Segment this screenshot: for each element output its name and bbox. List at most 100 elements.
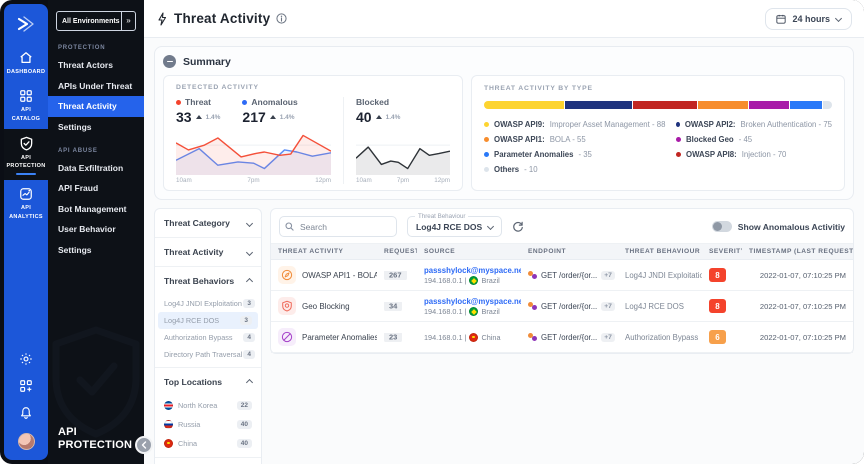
user-avatar[interactable]: [18, 433, 35, 450]
sidenav-item-settings[interactable]: Settings: [48, 117, 144, 138]
filter-item-log4j-rce[interactable]: Log4J RCE DOS3: [158, 312, 258, 329]
sidenav-item-threat-activity[interactable]: Threat Activity: [48, 96, 144, 117]
sidenav-item-api-fraud[interactable]: API Fraud: [48, 178, 144, 199]
notifications-bell-icon[interactable]: [19, 406, 33, 420]
summary-title: Summary: [183, 56, 231, 68]
filter-group-top-locations[interactable]: Top Locations: [155, 367, 261, 396]
activity-label: Parameter Anomalies: [302, 333, 377, 342]
endpoint-method-icon: [528, 271, 537, 280]
chevron-down-icon: [835, 15, 842, 22]
sidenav-item-bot-management[interactable]: Bot Management: [48, 199, 144, 220]
search-input[interactable]: [279, 216, 397, 237]
table-row[interactable]: Parameter Anomalies 23 194.168.0.1 |Chin…: [271, 322, 853, 353]
severity-badge: 6: [709, 330, 726, 344]
table-row[interactable]: Geo Blocking 34 passshylock@myspace.net …: [271, 291, 853, 322]
column-header[interactable]: SEVERITY: [702, 248, 742, 255]
filter-item-north-korea[interactable]: North Korea22: [155, 396, 261, 415]
endpoint-path: GET /order/{or...: [541, 271, 597, 280]
legend-item: Blocked Geo- 45: [676, 135, 832, 144]
select-floating-label: Threat Behaviour: [415, 213, 468, 220]
source-email-link[interactable]: passshylock@myspace.net: [424, 266, 514, 275]
table-row[interactable]: OWASP API1 - BOLA 267 passshylock@myspac…: [271, 260, 853, 291]
metric-label: Anomalous: [251, 97, 297, 107]
chevron-up-icon: [246, 378, 253, 385]
count-badge: 3: [243, 299, 255, 308]
rail-bottom-actions: [18, 352, 35, 460]
legend-strong: OWASP API1:: [494, 135, 545, 144]
time-range-dropdown[interactable]: 24 hours: [765, 8, 852, 30]
filter-group-status-code[interactable]: Staus Code: [155, 457, 261, 464]
environment-expand-icon[interactable]: »: [121, 12, 135, 30]
column-header[interactable]: ENDPOINT: [521, 248, 618, 255]
filter-item-log4j-jndi[interactable]: Log4J JNDI Exploitation3: [155, 295, 261, 312]
sidenav-item-threat-actors[interactable]: Threat Actors: [48, 55, 144, 76]
content-area: Summary DETECTED ACTIVITY Threat 331.4%: [144, 38, 864, 464]
filter-item-russia[interactable]: Russia40: [155, 415, 261, 434]
legend-dot-icon: [676, 152, 681, 157]
brand-logo[interactable]: [4, 4, 48, 44]
filter-item-authorization-bypass[interactable]: Authorization Bypass4: [155, 329, 261, 346]
bar-segment: [564, 101, 633, 109]
x-tick: 7pm: [397, 177, 409, 184]
legend-strong: OWASP API9:: [494, 120, 545, 129]
sidenav-item-user-behavior[interactable]: User Behavior: [48, 219, 144, 240]
bar-segment: [822, 101, 832, 109]
legend-rest: Injection - 70: [742, 150, 787, 159]
detected-activity-panel: DETECTED ACTIVITY Threat 331.4% Anomal: [163, 75, 463, 191]
rail-item-api-catalog[interactable]: API CATALOG: [4, 82, 48, 129]
collapse-summary-button[interactable]: [163, 55, 176, 68]
endpoint-more-chip[interactable]: +7: [601, 271, 615, 280]
column-header[interactable]: THREAT ACTIVITY: [271, 248, 377, 255]
section-label-protection: PROTECTION: [58, 45, 134, 51]
endpoint-more-chip[interactable]: +7: [601, 302, 615, 311]
activity-label: Geo Blocking: [302, 302, 350, 311]
rail-item-label: DASHBOARD: [7, 68, 45, 76]
anomalous-activity-toggle[interactable]: [712, 221, 732, 232]
endpoint-more-chip[interactable]: +7: [601, 333, 615, 342]
sidenav-item-abuse-settings[interactable]: Settings: [48, 240, 144, 261]
rail-item-api-protection[interactable]: API PROTECTION: [4, 129, 48, 181]
source-country: China: [481, 333, 500, 342]
sidebar-collapse-button[interactable]: [135, 436, 153, 454]
rail-item-dashboard[interactable]: DASHBOARD: [4, 44, 48, 82]
column-header[interactable]: REQUESTS: [377, 248, 417, 255]
metric-delta: 1.4%: [206, 114, 221, 121]
behaviors-filter-list: Log4J JNDI Exploitation3 Log4J RCE DOS3 …: [155, 295, 261, 367]
rail-item-api-analytics[interactable]: API ANALYTICS: [4, 180, 48, 227]
column-header[interactable]: TIMESTAMP (LAST REQUEST): [742, 248, 853, 255]
info-icon[interactable]: [276, 13, 287, 24]
filter-group-label: Top Locations: [164, 377, 222, 387]
parameter-anomalies-slash-icon: [278, 328, 296, 346]
filter-group-threat-behaviors[interactable]: Threat Behaviors: [155, 266, 261, 295]
sidenav-item-data-exfiltration[interactable]: Data Exfiltration: [48, 158, 144, 179]
legend-rest: Improper Asset Management - 88: [550, 120, 666, 129]
filter-item-china[interactable]: China40: [155, 434, 261, 453]
legend-strong: OWASP API2:: [685, 120, 736, 129]
settings-gear-icon[interactable]: [19, 352, 33, 366]
legend-item: OWASP API2:Broken Authentication - 75: [676, 120, 832, 129]
endpoint-method-icon: [528, 333, 537, 342]
metric-label: Blocked: [356, 97, 389, 107]
column-header[interactable]: THREAT BEHAVIOUR: [618, 248, 702, 255]
legend-dot-icon: [676, 122, 680, 127]
filter-group-label: Threat Category: [164, 218, 230, 228]
source-email-link[interactable]: passshylock@myspace.net: [424, 297, 514, 306]
column-header[interactable]: SOURCE: [417, 248, 521, 255]
filter-group-threat-activity[interactable]: Threat Activity: [155, 237, 261, 266]
filter-group-threat-category[interactable]: Threat Category: [155, 209, 261, 237]
traceable-logo-icon: [16, 15, 36, 33]
count-badge: 40: [237, 420, 252, 429]
filter-item-directory-path-traversal[interactable]: Directory Path Traversal4: [155, 346, 261, 363]
threat-behaviour-select[interactable]: Threat Behaviour Log4J RCE DOS: [407, 216, 502, 237]
metric-value: 40: [356, 109, 372, 125]
threat-behaviour-cell: Authorization Bypass: [618, 333, 702, 342]
filter-group-label: Threat Behaviors: [164, 276, 234, 286]
reset-refresh-icon[interactable]: [512, 221, 524, 233]
rail-item-label: API CATALOG: [6, 106, 46, 123]
apps-add-icon[interactable]: [19, 379, 33, 393]
sidenav-item-apis-under-threat[interactable]: APIs Under Threat: [48, 76, 144, 97]
x-tick: 10am: [176, 177, 192, 184]
legend-rest: - 35: [578, 150, 591, 159]
environment-selector[interactable]: All Environments »: [56, 11, 136, 31]
blocked-sparkline: [356, 129, 450, 175]
